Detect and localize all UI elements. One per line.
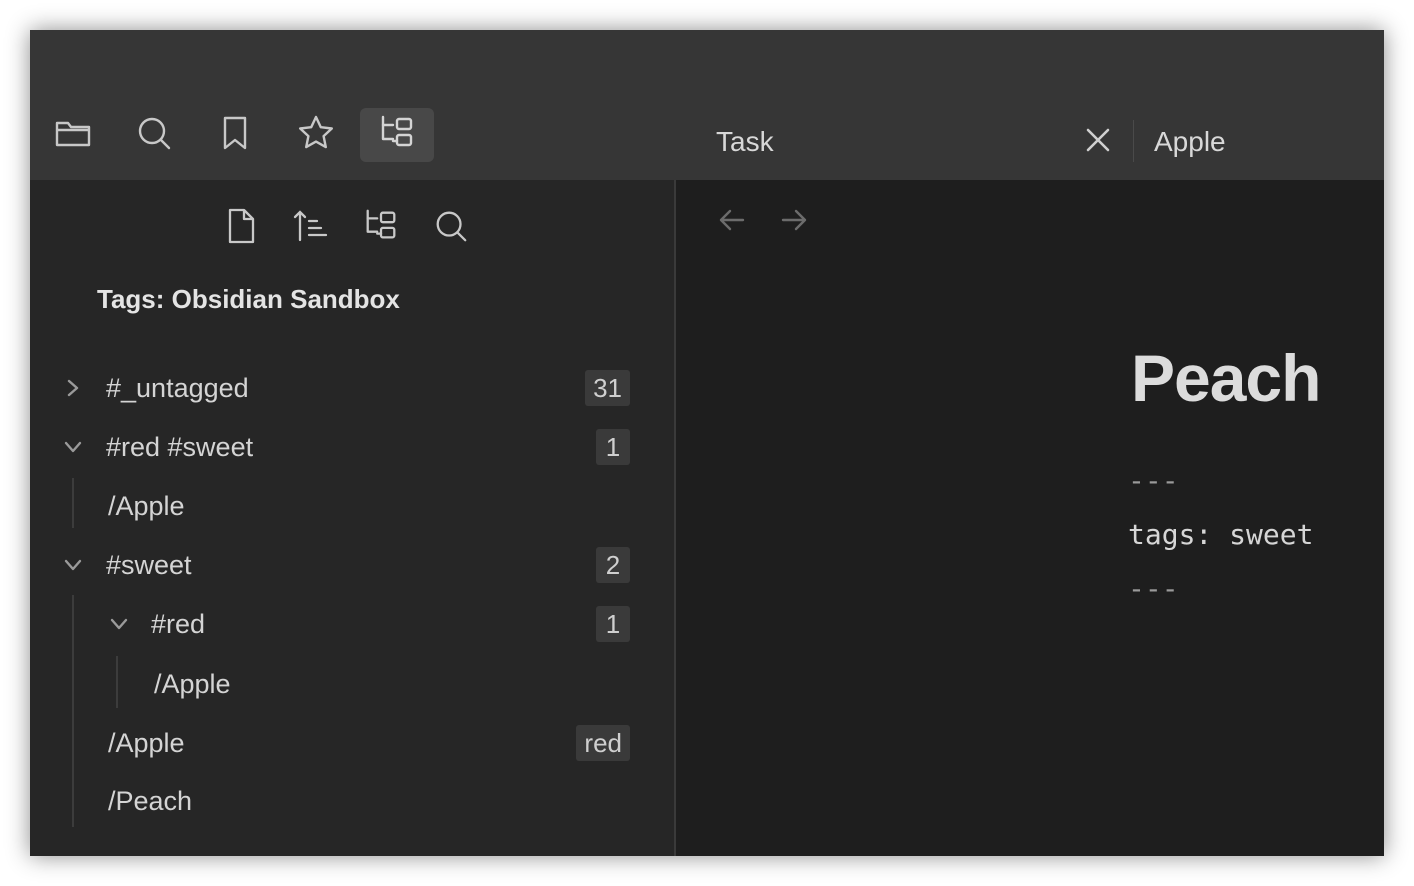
count-badge: 1 — [596, 606, 630, 642]
forward-button[interactable] — [774, 202, 814, 242]
tag-label: #red #sweet — [106, 431, 254, 462]
starred-button[interactable] — [279, 108, 353, 162]
files-button[interactable] — [36, 108, 110, 162]
bookmarks-button[interactable] — [198, 108, 272, 162]
new-note-button[interactable] — [219, 206, 263, 250]
star-icon — [296, 113, 336, 158]
tag-tree-icon — [377, 113, 417, 158]
app-window: Task Apple Tags: Obsidian Sandbox #_unta… — [30, 30, 1384, 856]
note-title: Peach — [1131, 341, 1321, 415]
search-button[interactable] — [117, 108, 191, 162]
tab-apple[interactable]: Apple — [1154, 126, 1226, 158]
tag-tree-button[interactable] — [360, 108, 434, 162]
tag-item-untagged[interactable]: #_untagged 31 — [50, 362, 634, 414]
tag-label: #_untagged — [106, 372, 249, 403]
file-item-apple[interactable]: /Apple — [50, 480, 634, 532]
chevron-down-icon[interactable] — [59, 551, 87, 579]
sort-icon — [292, 207, 330, 250]
frontmatter-delimiter[interactable]: --- — [1128, 572, 1179, 605]
close-icon — [1085, 127, 1111, 158]
file-label: /Apple — [108, 727, 185, 758]
file-label: /Apple — [108, 490, 185, 521]
file-item-apple[interactable]: /Apple — [50, 658, 634, 710]
tag-item-red[interactable]: #red 1 — [50, 598, 634, 650]
chevron-down-icon[interactable] — [59, 433, 87, 461]
tab-task[interactable]: Task — [716, 126, 774, 158]
tag-tree-view-button[interactable] — [359, 206, 403, 250]
file-label: /Peach — [108, 785, 193, 816]
count-badge: 1 — [596, 429, 630, 465]
search-icon — [134, 113, 174, 158]
arrow-right-icon — [779, 205, 809, 240]
count-badge: 2 — [596, 547, 630, 583]
bookmark-icon — [215, 113, 255, 158]
tab-close-button[interactable] — [1080, 124, 1116, 160]
tag-search-button[interactable] — [429, 206, 473, 250]
chevron-down-icon[interactable] — [105, 610, 133, 638]
tag-item-sweet[interactable]: #sweet 2 — [50, 539, 634, 591]
file-item-apple[interactable]: /Apple red — [50, 717, 634, 769]
new-note-icon — [222, 207, 260, 250]
title-bar: Task Apple — [30, 30, 1384, 180]
editor-pane: Peach --- tags: sweet --- — [676, 180, 1384, 856]
chevron-right-icon[interactable] — [59, 374, 87, 402]
tag-badge: red — [576, 725, 630, 761]
back-button[interactable] — [712, 202, 752, 242]
count-badge: 31 — [585, 370, 630, 406]
file-item-peach[interactable]: /Peach — [50, 775, 634, 827]
folder-icon — [53, 113, 93, 158]
search-icon — [432, 207, 470, 250]
file-label: /Apple — [154, 668, 231, 699]
tab-separator — [1133, 120, 1134, 162]
sort-button[interactable] — [289, 206, 333, 250]
tag-label: #red — [151, 608, 206, 639]
pane-title: Tags: Obsidian Sandbox — [97, 284, 400, 314]
frontmatter-delimiter[interactable]: --- — [1128, 464, 1179, 497]
tag-label: #sweet — [106, 549, 192, 580]
arrow-left-icon — [717, 205, 747, 240]
tag-item-red-sweet[interactable]: #red #sweet 1 — [50, 421, 634, 473]
tag-tree-icon — [362, 207, 400, 250]
tag-pane: Tags: Obsidian Sandbox #_untagged 31 #re… — [30, 180, 674, 856]
frontmatter-tags-line[interactable]: tags: sweet — [1128, 518, 1313, 551]
